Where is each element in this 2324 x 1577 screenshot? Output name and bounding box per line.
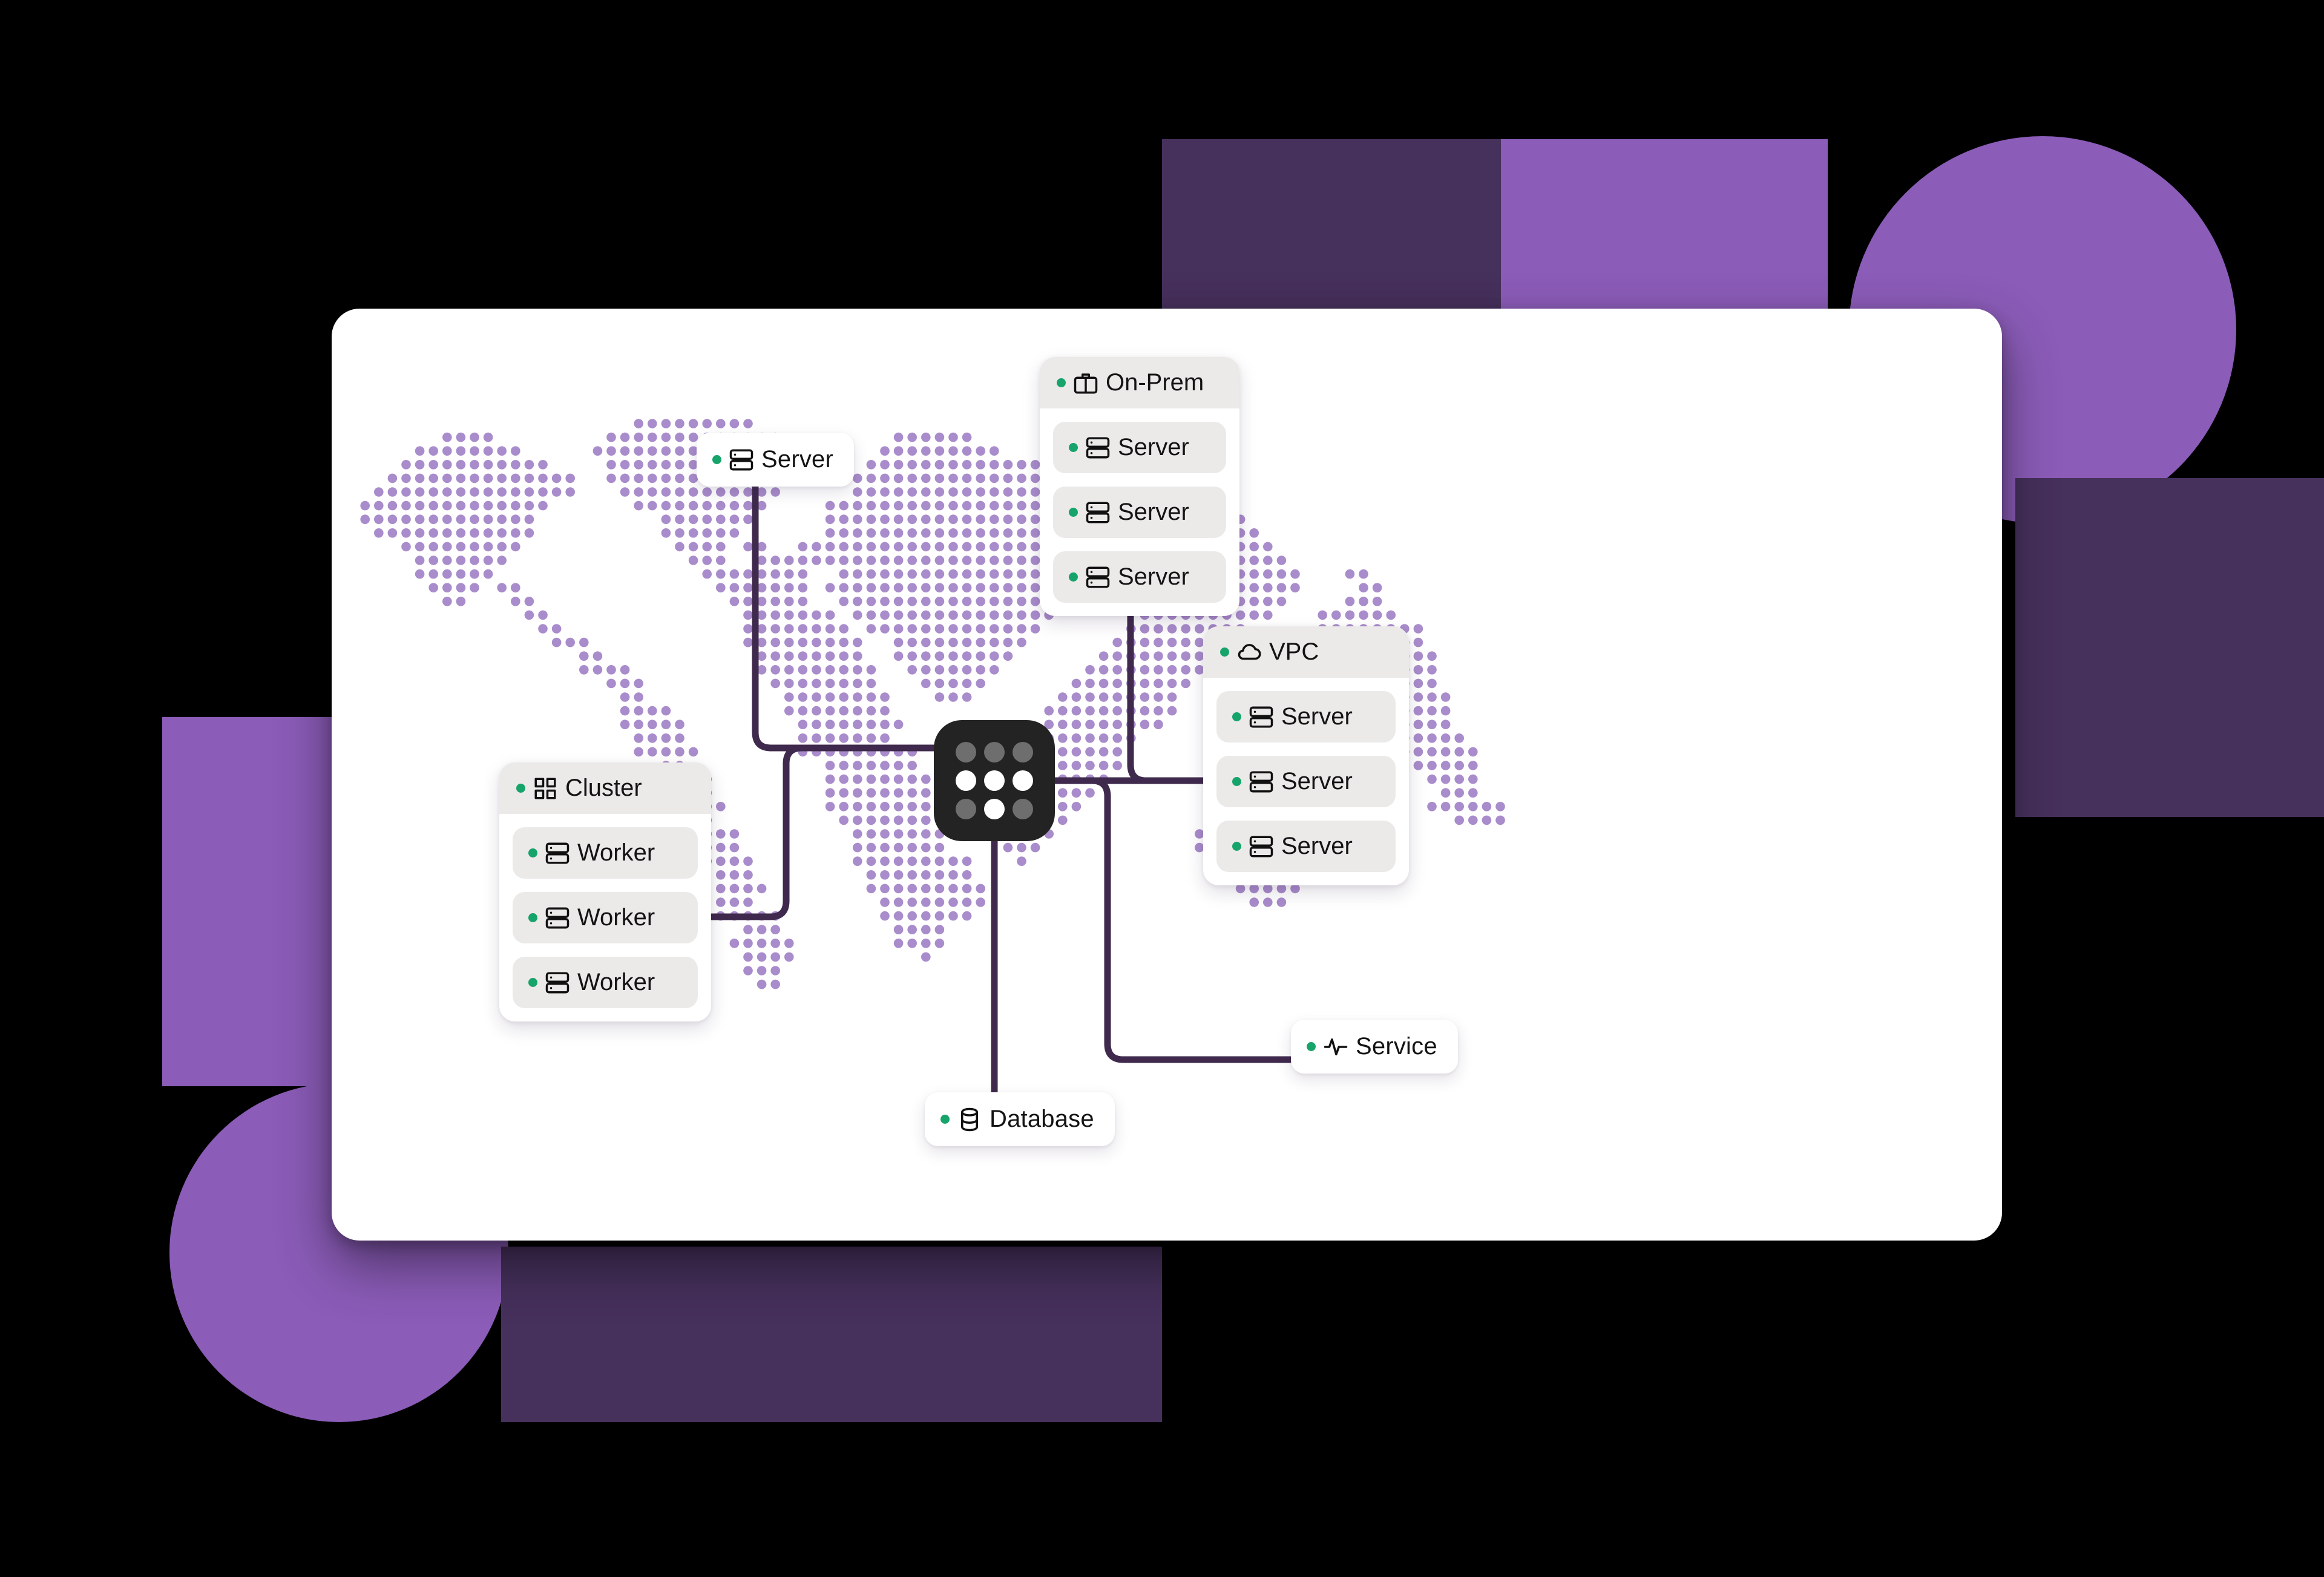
group-vpc-body: Server Server Server [1203,678,1409,885]
server-icon [1249,704,1274,730]
hub-dot [983,770,1005,791]
group-item-server[interactable]: Server [1216,821,1396,872]
group-vpc-header[interactable]: VPC [1203,626,1409,678]
status-dot-online [1069,443,1078,452]
hub-dot [1012,798,1033,819]
status-dot-online [1232,777,1241,786]
group-cluster-body: Worker Worker Worker [499,814,711,1021]
server-icon [1085,500,1111,525]
server-icon [1085,435,1111,461]
group-onprem-body: Server Server Server [1040,408,1239,616]
group-item-label: Server [1118,499,1189,525]
group-vpc-title: VPC [1269,638,1319,665]
group-cluster-title: Cluster [565,775,642,801]
group-item-worker[interactable]: Worker [513,892,698,943]
group-onprem-title: On-Prem [1106,369,1204,396]
group-item-server[interactable]: Server [1216,756,1396,807]
status-dot-online [1220,648,1229,657]
server-icon [545,970,570,995]
hub-dot [956,742,977,763]
hub-dot [1012,742,1033,763]
hub-dot [956,770,977,791]
server-icon [1249,769,1274,795]
decoration-rect-dark-right [2015,478,2324,817]
activity-icon [1323,1034,1348,1060]
status-dot-online [1307,1042,1316,1051]
group-item-label: Server [1118,563,1189,590]
diagram-panel: On-Prem Server Server Server Cluster Wor… [332,309,2002,1241]
group-item-label: Worker [577,969,655,995]
group-item-label: Server [1281,833,1353,859]
status-dot-online [940,1115,950,1124]
server-icon [545,841,570,866]
node-label: Service [1356,1033,1437,1060]
node-label: Database [990,1106,1094,1132]
server-icon [545,905,570,931]
node-database[interactable]: Database [925,1092,1115,1146]
group-item-label: Server [1281,703,1353,730]
status-dot-online [1069,572,1078,582]
group-item-label: Server [1118,434,1189,461]
cloud-icon [1236,640,1262,665]
status-dot-online [1232,712,1241,721]
node-server[interactable]: Server [697,433,855,487]
status-dot-online [516,784,525,793]
database-icon [957,1107,982,1132]
group-item-label: Server [1281,768,1353,795]
status-dot-online [712,455,721,464]
hub-dot [956,798,977,819]
briefcase-icon [1073,370,1098,396]
network-hub[interactable] [934,720,1055,841]
decoration-rect-dark-bottom [501,1247,1162,1422]
hub-dot [983,798,1005,819]
group-item-server[interactable]: Server [1053,487,1226,538]
group-onprem[interactable]: On-Prem Server Server Server [1040,357,1239,616]
group-vpc[interactable]: VPC Server Server Server [1203,626,1409,885]
group-item-server[interactable]: Server [1053,422,1226,473]
group-item-label: Worker [577,904,655,931]
group-cluster-header[interactable]: Cluster [499,762,711,814]
status-dot-online [528,978,537,987]
status-dot-online [528,848,537,857]
node-label: Server [761,446,834,473]
group-item-worker[interactable]: Worker [513,957,698,1008]
status-dot-online [528,913,537,922]
group-item-server[interactable]: Server [1216,691,1396,743]
node-service[interactable]: Service [1291,1020,1458,1074]
server-icon [729,447,754,473]
screenshot-root: On-Prem Server Server Server Cluster Wor… [0,0,2324,1577]
status-dot-online [1069,508,1078,517]
group-onprem-header[interactable]: On-Prem [1040,357,1239,408]
group-item-worker[interactable]: Worker [513,827,698,879]
group-item-server[interactable]: Server [1053,551,1226,603]
grid-icon [533,776,558,801]
group-cluster[interactable]: Cluster Worker Worker Worker [499,762,711,1021]
server-icon [1085,565,1111,590]
server-icon [1249,834,1274,859]
hub-dot [983,742,1005,763]
status-dot-online [1057,378,1066,387]
hub-dot [1012,770,1033,791]
status-dot-online [1232,842,1241,851]
group-item-label: Worker [577,839,655,866]
